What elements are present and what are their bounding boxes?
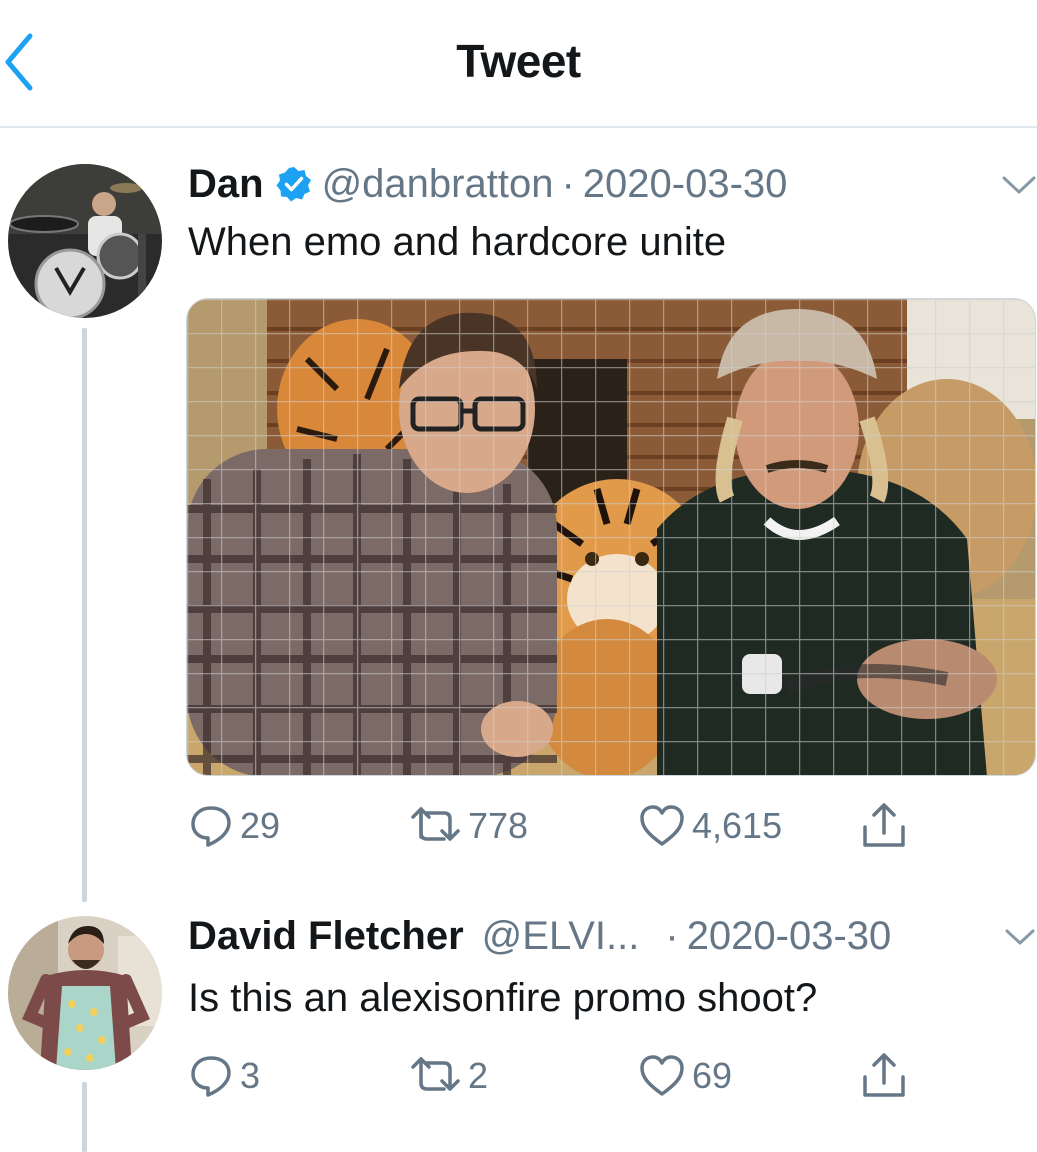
avatar[interactable] bbox=[8, 164, 162, 318]
share-icon bbox=[863, 803, 905, 847]
apron-person-avatar-image bbox=[8, 916, 162, 1070]
separator-dot: · bbox=[561, 161, 575, 206]
tweet-header: David Fletcher @ELVI... · 2020-03-30 bbox=[188, 912, 891, 960]
reply-icon bbox=[191, 1056, 231, 1097]
tweet-header: Dan @danbratton · 2020-03-30 bbox=[188, 160, 787, 208]
drummer-avatar-image bbox=[8, 164, 162, 318]
tweet-photo[interactable] bbox=[186, 298, 1036, 776]
retweet-count: 778 bbox=[468, 805, 529, 846]
more-options-button[interactable] bbox=[1004, 926, 1036, 948]
chevron-down-icon bbox=[1002, 176, 1036, 194]
tweet-actions: 29 778 4,615 bbox=[188, 796, 948, 856]
tweet-actions: 3 2 69 bbox=[188, 1046, 948, 1106]
retweet-button[interactable]: 778 bbox=[410, 796, 528, 856]
reply-count: 29 bbox=[240, 805, 281, 846]
tweet-text: When emo and hardcore unite bbox=[188, 220, 727, 264]
reply-button[interactable]: 29 bbox=[188, 796, 280, 856]
like-button[interactable]: 4,615 bbox=[638, 796, 782, 856]
retweet-button[interactable]: 2 bbox=[410, 1046, 488, 1106]
separator-dot: · bbox=[665, 913, 679, 958]
share-icon bbox=[863, 1053, 905, 1097]
chevron-down-icon bbox=[1005, 929, 1035, 945]
display-name[interactable]: Dan bbox=[188, 162, 264, 207]
like-count: 69 bbox=[692, 1055, 733, 1096]
retweet-icon bbox=[411, 1057, 460, 1091]
tweet-text: Is this an alexisonfire promo shoot? bbox=[188, 976, 818, 1020]
tweet-date[interactable]: 2020-03-30 bbox=[687, 914, 892, 959]
tweet-date[interactable]: 2020-03-30 bbox=[583, 162, 788, 207]
like-count: 4,615 bbox=[692, 805, 783, 846]
avatar[interactable] bbox=[8, 916, 162, 1070]
display-name[interactable]: David Fletcher bbox=[188, 914, 464, 959]
more-options-button[interactable] bbox=[1000, 172, 1037, 198]
retweet-count: 2 bbox=[468, 1055, 489, 1096]
page-title: Tweet bbox=[456, 35, 581, 87]
retweet-icon bbox=[411, 807, 460, 841]
reply-count: 3 bbox=[240, 1055, 261, 1096]
thread-connector-line bbox=[82, 1082, 87, 1152]
share-button[interactable] bbox=[860, 796, 908, 856]
user-handle[interactable]: @ELVI... bbox=[482, 914, 640, 959]
tiger-cage-photo bbox=[187, 299, 1035, 775]
user-handle[interactable]: @danbratton bbox=[322, 162, 554, 207]
thread-connector-line bbox=[82, 328, 87, 902]
heart-icon bbox=[640, 805, 684, 846]
like-button[interactable]: 69 bbox=[638, 1046, 732, 1106]
reply-icon bbox=[191, 806, 231, 847]
reply-button[interactable]: 3 bbox=[188, 1046, 260, 1106]
share-button[interactable] bbox=[860, 1046, 908, 1106]
top-bar: Tweet bbox=[0, 0, 1037, 128]
heart-icon bbox=[640, 1055, 684, 1096]
verified-badge-icon bbox=[276, 166, 312, 202]
